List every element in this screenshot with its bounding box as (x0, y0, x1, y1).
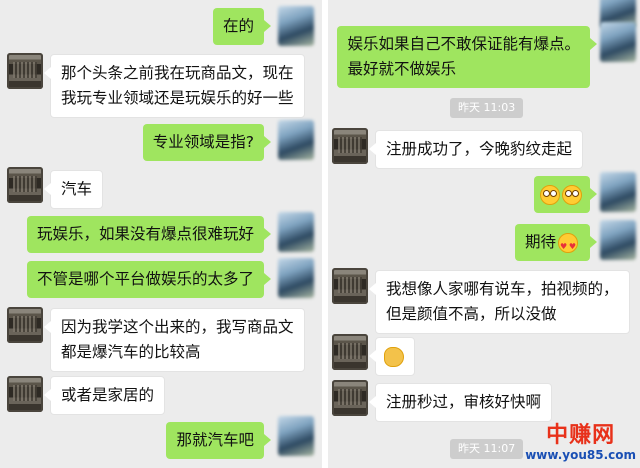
contact-avatar[interactable] (7, 167, 43, 203)
eyes-emoji-icon (540, 184, 560, 205)
message-text: 汽车 (61, 180, 93, 198)
message-text-line: 我玩专业领域还是玩娱乐的好一些 (61, 89, 294, 107)
message-text-line: 都是爆汽车的比较高 (61, 343, 201, 361)
contact-avatar[interactable] (332, 334, 368, 370)
contact-avatar[interactable] (332, 128, 368, 164)
self-avatar[interactable] (278, 120, 314, 160)
self-avatar[interactable] (278, 6, 314, 46)
message-bubble-out[interactable]: 专业领域是指? (142, 124, 272, 161)
timestamp: 昨天 11:03 (450, 98, 524, 118)
message-bubble-in[interactable]: 我想像人家哪有说车，拍视频的， 但是颜值不高，所以没做 (369, 270, 630, 334)
message-text-line: 娱乐如果自己不敢保证能有爆点。 (347, 35, 580, 53)
message-text: 在的 (222, 17, 254, 35)
message-text-line: 但是颜值不高，所以没做 (386, 305, 557, 323)
message-bubble-out[interactable]: 不管是哪个平台做娱乐的太多了 (26, 261, 272, 298)
message-bubble-out[interactable]: 娱乐如果自己不敢保证能有爆点。 最好就不做娱乐 (337, 26, 597, 88)
message-text-line: 最好就不做娱乐 (347, 60, 456, 78)
message-text: 或者是家居的 (61, 386, 155, 404)
message-text: 期待 (524, 233, 556, 251)
right-chat-panel: 娱乐如果自己不敢保证能有爆点。 最好就不做娱乐 昨天 11:03 注册成功了，今… (328, 0, 640, 468)
message-bubble-out[interactable]: 在的 (212, 8, 272, 45)
contact-avatar[interactable] (332, 380, 368, 416)
message-text: 注册秒过，审核好快啊 (386, 393, 542, 411)
message-text: 注册成功了，今晚豹纹走起 (386, 140, 573, 158)
watermark-url: www.you85.com (525, 448, 636, 462)
message-bubble-out[interactable]: 那就汽车吧 (166, 422, 271, 459)
message-bubble-in[interactable]: 因为我学这个出来的，我写商品文 都是爆汽车的比较高 (44, 308, 305, 372)
self-avatar[interactable] (600, 22, 636, 62)
message-bubble-out[interactable]: 玩娱乐，如果没有爆点很难玩好 (26, 216, 272, 253)
message-text: 玩娱乐，如果没有爆点很难玩好 (36, 225, 254, 243)
contact-avatar[interactable] (7, 307, 43, 343)
message-bubble-in[interactable]: 注册成功了，今晚豹纹走起 (368, 130, 584, 169)
site-watermark: 中赚网 www.you85.com (525, 423, 636, 463)
self-avatar[interactable] (600, 220, 636, 260)
message-bubble-in[interactable] (369, 337, 415, 376)
left-chat-panel: 在的 那个头条之前我在玩商品文，现在 我玩专业领域还是玩娱乐的好一些 专业领域是… (0, 0, 322, 468)
contact-avatar[interactable] (7, 376, 43, 412)
message-text-line: 我想像人家哪有说车，拍视频的， (386, 280, 619, 298)
contact-avatar[interactable] (7, 53, 43, 89)
heart-eyes-emoji-icon (558, 232, 578, 259)
message-text: 不管是哪个平台做娱乐的太多了 (36, 270, 254, 288)
message-bubble-in[interactable]: 汽车 (43, 170, 104, 209)
message-text: 专业领域是指? (152, 133, 254, 151)
self-avatar[interactable] (278, 416, 314, 456)
message-text-line: 因为我学这个出来的，我写商品文 (61, 318, 294, 336)
self-avatar[interactable] (600, 172, 636, 212)
message-bubble-in[interactable]: 注册秒过，审核好快啊 (368, 383, 553, 422)
message-text-line: 那个头条之前我在玩商品文，现在 (61, 64, 294, 82)
message-bubble-in[interactable]: 那个头条之前我在玩商品文，现在 我玩专业领域还是玩娱乐的好一些 (44, 54, 305, 118)
message-bubble-out[interactable]: 期待 (514, 224, 598, 261)
message-bubble-in[interactable]: 或者是家居的 (43, 376, 166, 415)
timestamp: 昨天 11:07 (450, 439, 524, 459)
self-avatar[interactable] (278, 212, 314, 252)
self-avatar[interactable] (278, 258, 314, 298)
watermark-title: 中赚网 (546, 423, 616, 448)
message-text: 那就汽车吧 (176, 431, 254, 449)
fist-emoji-icon (384, 346, 404, 367)
eyes-emoji-icon (562, 184, 582, 205)
message-bubble-out[interactable] (534, 176, 597, 213)
contact-avatar[interactable] (332, 268, 368, 304)
